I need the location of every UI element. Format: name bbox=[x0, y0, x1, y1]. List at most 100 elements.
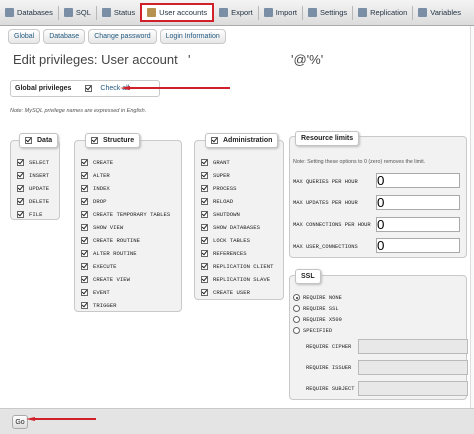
require-issuer-input[interactable] bbox=[358, 360, 468, 375]
subtab-database[interactable]: Database bbox=[43, 29, 86, 44]
privilege-item[interactable]: CREATE VIEW bbox=[81, 276, 130, 283]
tab-export[interactable]: Export bbox=[214, 3, 258, 23]
privilege-checkbox[interactable] bbox=[201, 211, 208, 218]
privilege-item[interactable]: SHUTDOWN bbox=[201, 211, 240, 218]
privilege-item[interactable]: SELECT bbox=[17, 159, 49, 166]
max-updates-input[interactable] bbox=[376, 195, 460, 210]
require-cipher-input[interactable] bbox=[358, 339, 468, 354]
structure-group-checkbox[interactable] bbox=[91, 137, 98, 144]
radio-button[interactable] bbox=[293, 327, 300, 334]
privilege-checkbox[interactable] bbox=[81, 198, 88, 205]
privilege-checkbox[interactable] bbox=[81, 263, 88, 270]
privilege-checkbox[interactable] bbox=[201, 289, 208, 296]
tab-variables[interactable]: Variables bbox=[413, 3, 466, 23]
tab-settings[interactable]: Settings bbox=[303, 3, 352, 23]
privilege-item[interactable]: FILE bbox=[17, 211, 42, 218]
require-issuer-label: REQUIRE ISSUER bbox=[306, 365, 352, 371]
ssl-option[interactable]: REQUIRE X509 bbox=[293, 316, 342, 323]
radio-button[interactable] bbox=[293, 294, 300, 301]
subtab-login-information[interactable]: Login Information bbox=[159, 29, 226, 44]
privilege-item[interactable]: RELOAD bbox=[201, 198, 233, 205]
ssl-option-label: REQUIRE NONE bbox=[303, 294, 342, 301]
privilege-label: RELOAD bbox=[213, 198, 234, 205]
privilege-item[interactable]: DROP bbox=[81, 198, 106, 205]
privilege-item[interactable]: CREATE USER bbox=[201, 289, 250, 296]
privilege-label: INSERT bbox=[29, 172, 50, 179]
max-connections-input[interactable] bbox=[376, 217, 460, 232]
administration-privileges-group: Administration GRANT SUPER PROCESS RELOA… bbox=[194, 133, 284, 300]
max-queries-input[interactable] bbox=[376, 173, 460, 188]
privilege-checkbox[interactable] bbox=[81, 172, 88, 179]
tab-status[interactable]: Status bbox=[97, 3, 140, 23]
privilege-label: CREATE ROUTINE bbox=[93, 237, 140, 244]
privilege-item[interactable]: CREATE TEMPORARY TABLES bbox=[81, 211, 170, 218]
privilege-checkbox[interactable] bbox=[201, 185, 208, 192]
scrollbar[interactable] bbox=[470, 26, 474, 408]
check-all-checkbox[interactable] bbox=[85, 85, 93, 92]
privilege-label: DELETE bbox=[29, 198, 50, 205]
privilege-item[interactable]: SUPER bbox=[201, 172, 230, 179]
privilege-checkbox[interactable] bbox=[201, 224, 208, 231]
privilege-checkbox[interactable] bbox=[81, 159, 88, 166]
ssl-option[interactable]: REQUIRE SSL bbox=[293, 305, 339, 312]
ssl-option[interactable]: SPECIFIED bbox=[293, 327, 332, 334]
data-group-checkbox[interactable] bbox=[25, 137, 32, 144]
privilege-checkbox[interactable] bbox=[201, 159, 208, 166]
privilege-item[interactable]: CREATE bbox=[81, 159, 113, 166]
privilege-checkbox[interactable] bbox=[17, 172, 24, 179]
privilege-item[interactable]: TRIGGER bbox=[81, 302, 117, 309]
privilege-checkbox[interactable] bbox=[17, 185, 24, 192]
privilege-checkbox[interactable] bbox=[201, 263, 208, 270]
require-subject-input[interactable] bbox=[358, 381, 468, 396]
privilege-label: REPLICATION CLIENT bbox=[213, 263, 274, 270]
privilege-item[interactable]: DELETE bbox=[17, 198, 49, 205]
privilege-item[interactable]: SHOW DATABASES bbox=[201, 224, 260, 231]
max-user-connections-label: MAX USER_CONNECTIONS bbox=[293, 244, 358, 250]
privilege-checkbox[interactable] bbox=[81, 250, 88, 257]
privilege-checkbox[interactable] bbox=[81, 276, 88, 283]
privilege-checkbox[interactable] bbox=[201, 237, 208, 244]
privilege-item[interactable]: LOCK TABLES bbox=[201, 237, 250, 244]
privilege-item[interactable]: EXECUTE bbox=[81, 263, 117, 270]
privilege-item[interactable]: INSERT bbox=[17, 172, 49, 179]
privilege-label: GRANT bbox=[213, 159, 230, 166]
max-user-connections-input[interactable] bbox=[376, 238, 460, 253]
privilege-checkbox[interactable] bbox=[81, 289, 88, 296]
privilege-checkbox[interactable] bbox=[81, 302, 88, 309]
ssl-option[interactable]: REQUIRE NONE bbox=[293, 294, 342, 301]
privilege-checkbox[interactable] bbox=[81, 237, 88, 244]
radio-button[interactable] bbox=[293, 305, 300, 312]
tab-user-accounts[interactable]: User accounts bbox=[140, 3, 215, 22]
radio-button[interactable] bbox=[293, 316, 300, 323]
privilege-item[interactable]: UPDATE bbox=[17, 185, 49, 192]
privilege-checkbox[interactable] bbox=[201, 276, 208, 283]
privilege-checkbox[interactable] bbox=[201, 250, 208, 257]
privilege-checkbox[interactable] bbox=[17, 198, 24, 205]
tab-databases[interactable]: Databases bbox=[0, 3, 58, 23]
privilege-item[interactable]: REPLICATION CLIENT bbox=[201, 263, 273, 270]
privilege-item[interactable]: REPLICATION SLAVE bbox=[201, 276, 270, 283]
privilege-checkbox[interactable] bbox=[17, 159, 24, 166]
privilege-item[interactable]: EVENT bbox=[81, 289, 110, 296]
administration-group-checkbox[interactable] bbox=[211, 137, 218, 144]
privilege-item[interactable]: GRANT bbox=[201, 159, 230, 166]
privilege-item[interactable]: CREATE ROUTINE bbox=[81, 237, 140, 244]
privilege-checkbox[interactable] bbox=[201, 198, 208, 205]
tab-replication[interactable]: Replication bbox=[353, 3, 412, 23]
tab-sql[interactable]: SQL bbox=[59, 3, 96, 23]
tab-import[interactable]: Import bbox=[259, 3, 302, 23]
subtab-global[interactable]: Global bbox=[8, 29, 41, 44]
privilege-checkbox[interactable] bbox=[81, 185, 88, 192]
privilege-item[interactable]: PROCESS bbox=[201, 185, 237, 192]
privilege-checkbox[interactable] bbox=[81, 211, 88, 218]
privilege-item[interactable]: ALTER ROUTINE bbox=[81, 250, 137, 257]
privilege-item[interactable]: SHOW VIEW bbox=[81, 224, 123, 231]
privilege-item[interactable]: ALTER bbox=[81, 172, 110, 179]
privilege-item[interactable]: INDEX bbox=[81, 185, 110, 192]
privilege-item[interactable]: REFERENCES bbox=[201, 250, 247, 257]
privilege-checkbox[interactable] bbox=[201, 172, 208, 179]
privilege-checkbox[interactable] bbox=[17, 211, 24, 218]
privilege-checkbox[interactable] bbox=[81, 224, 88, 231]
data-legend-label: Data bbox=[37, 137, 53, 144]
subtab-change-password[interactable]: Change password bbox=[88, 29, 157, 44]
